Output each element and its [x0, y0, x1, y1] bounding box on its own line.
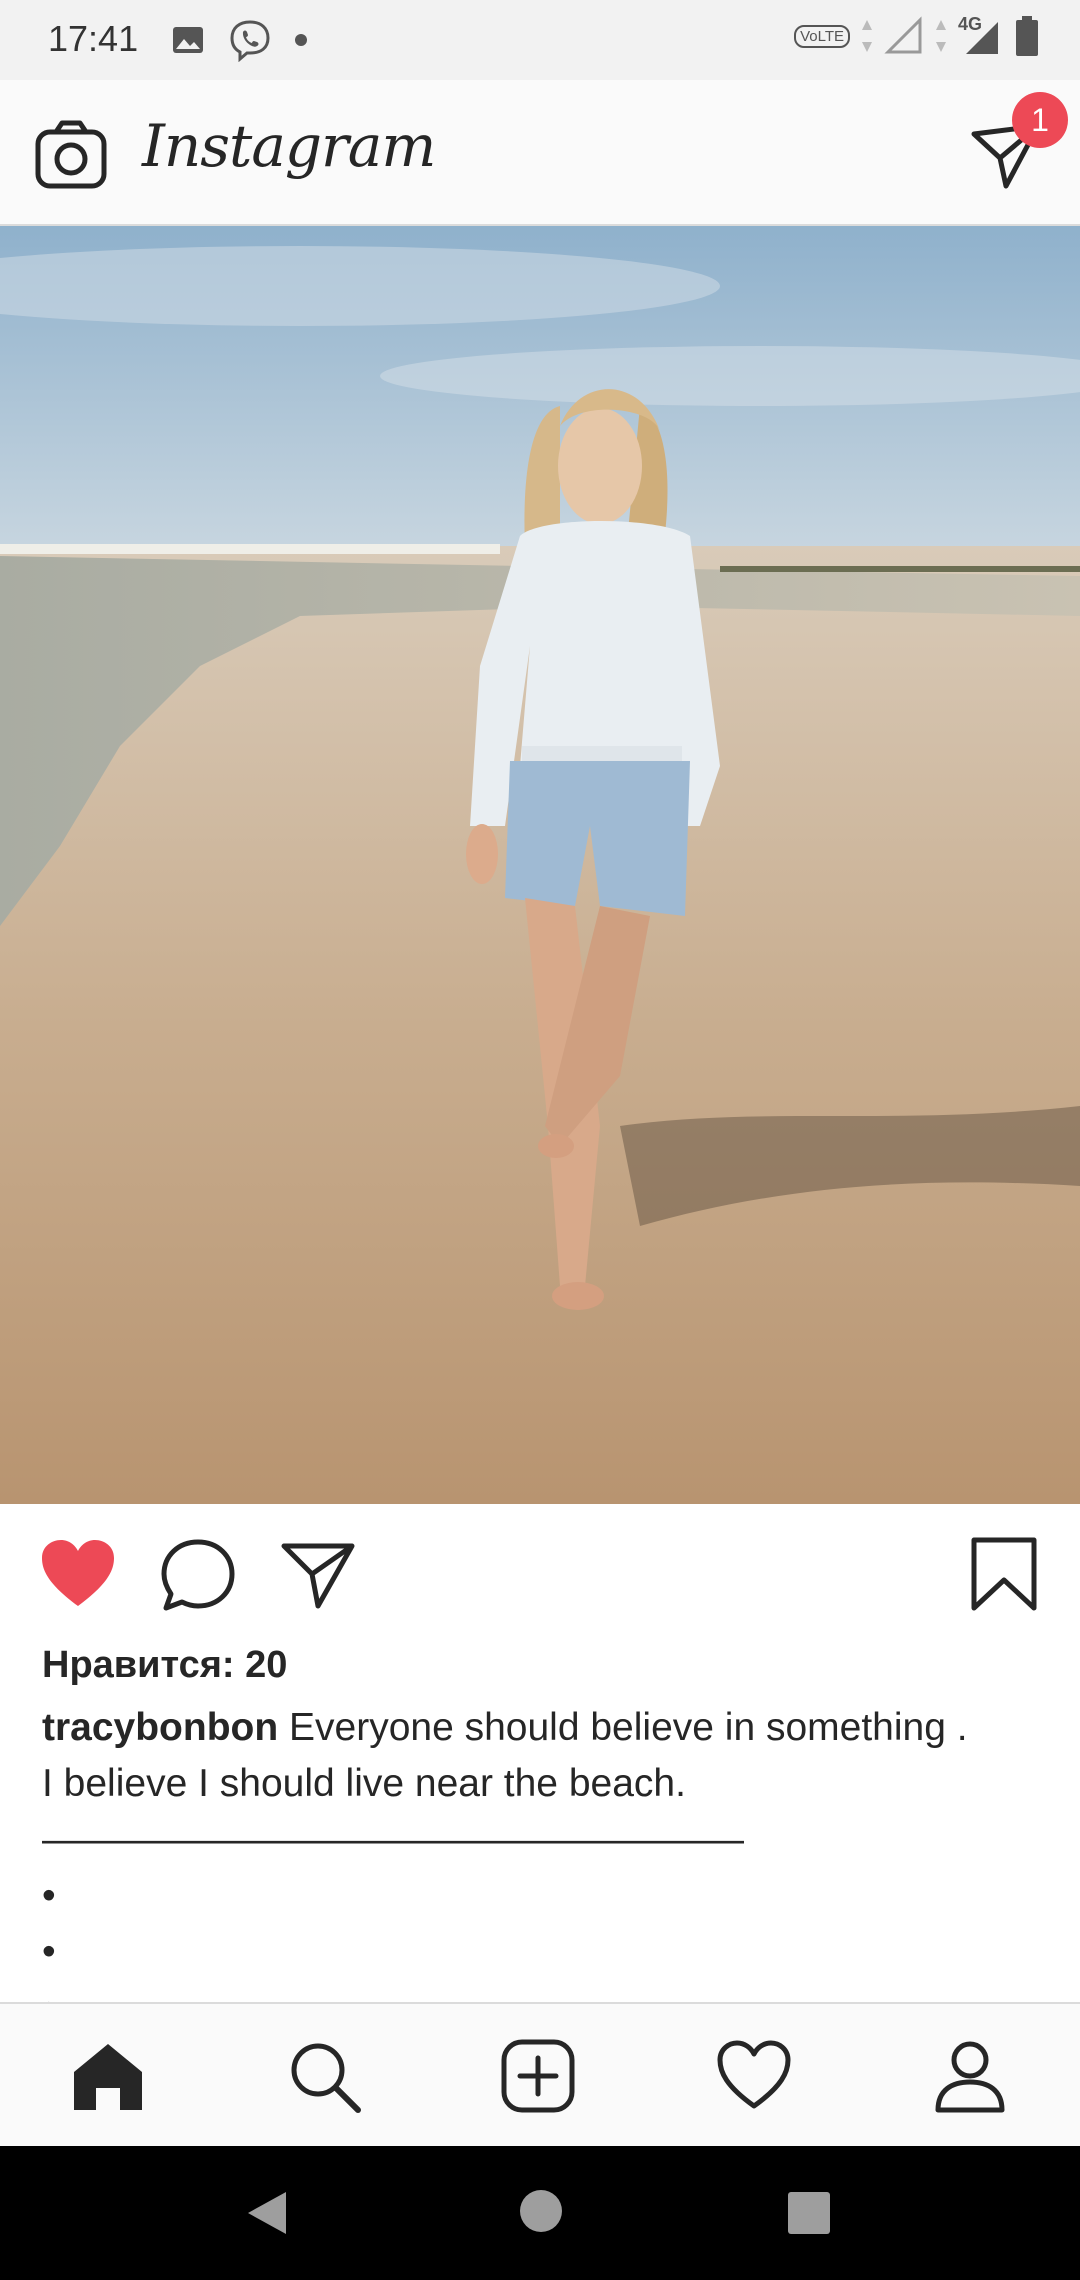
signal-icon	[884, 16, 922, 54]
activity-heart-icon[interactable]	[716, 2038, 792, 2114]
caption-line-1: tracybonbon Everyone should believe in s…	[42, 1700, 1042, 1756]
caption-dot: •	[42, 1930, 56, 1973]
share-icon[interactable]	[278, 1534, 358, 1614]
dot-icon	[295, 34, 307, 46]
bookmark-icon[interactable]	[964, 1534, 1044, 1614]
caption-line-2: I believe I should live near the beach.	[42, 1762, 686, 1805]
new-post-icon[interactable]	[500, 2038, 576, 2114]
post-caption: tracybonbon Everyone should believe in s…	[42, 1700, 1042, 2036]
signal-4g-icon: 4G	[958, 14, 1004, 58]
home-icon[interactable]	[70, 2038, 146, 2114]
status-time: 17:41	[48, 18, 139, 59]
comment-icon[interactable]	[158, 1534, 238, 1614]
bottom-navigation	[0, 2002, 1080, 2148]
image-icon	[173, 27, 203, 53]
caption-dot: •	[42, 1874, 56, 1917]
beach-photo-image	[0, 226, 1080, 1504]
caption-username[interactable]: tracybonbon	[42, 1706, 278, 1749]
battery-icon	[1016, 16, 1038, 56]
volte-icon: VoLTE	[794, 24, 850, 48]
system-navigation-bar	[0, 2146, 1080, 2280]
instagram-logo: Instagram	[142, 112, 436, 180]
caption-line-3: ——————————————————	[42, 1818, 744, 1861]
profile-icon[interactable]	[932, 2038, 1008, 2114]
like-heart-icon[interactable]	[38, 1534, 118, 1614]
status-left-icons	[170, 18, 308, 62]
signal-arrows-icon	[936, 20, 946, 52]
viber-icon	[230, 20, 270, 62]
signal-arrows-icon	[862, 20, 872, 52]
status-right-icons: VoLTE 4G	[794, 14, 1040, 58]
post-actions	[0, 1504, 1080, 1644]
caption-text: Everyone should believe in something .	[278, 1706, 968, 1749]
back-icon[interactable]	[244, 2188, 290, 2238]
home-button-icon[interactable]	[518, 2188, 564, 2234]
direct-message-badge: 1	[1012, 92, 1068, 148]
status-bar: 17:41 VoLTE 4G	[0, 0, 1080, 80]
camera-icon[interactable]	[34, 118, 108, 192]
app-header: Instagram 1	[0, 80, 1080, 226]
search-icon[interactable]	[286, 2038, 362, 2114]
recent-apps-icon[interactable]	[786, 2190, 832, 2236]
post-photo[interactable]	[0, 226, 1080, 1504]
likes-count[interactable]: Нравится: 20	[42, 1644, 287, 1687]
